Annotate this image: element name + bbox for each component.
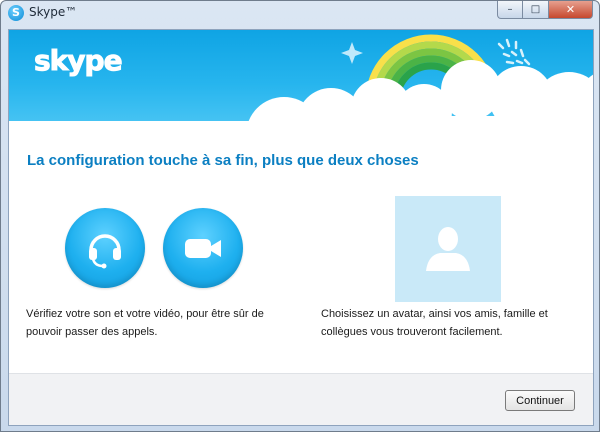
- maximize-button[interactable]: □: [523, 1, 549, 19]
- header-banner: skype: [9, 30, 593, 121]
- continue-button[interactable]: Continuer: [505, 390, 575, 411]
- footer-bar: Continuer: [9, 373, 593, 425]
- dialog-content: skype La configuration touche à sa fin, …: [8, 29, 594, 426]
- minimize-button[interactable]: –: [497, 1, 523, 19]
- avatar-description: Choisissez un avatar, ainsi vos amis, fa…: [321, 308, 548, 338]
- skype-window: S Skype™ – □ ✕ skype La configuration to…: [0, 0, 600, 432]
- video-test-button[interactable]: [163, 208, 243, 288]
- video-camera-icon: [185, 239, 221, 258]
- avatar-placeholder-icon: [426, 227, 470, 271]
- window-controls: – □ ✕: [497, 1, 593, 19]
- skype-icon: S: [8, 5, 24, 21]
- avatar-placeholder[interactable]: [395, 196, 501, 302]
- close-button[interactable]: ✕: [549, 1, 593, 19]
- window-title: Skype™: [29, 5, 78, 19]
- title-bar[interactable]: S Skype™ – □ ✕: [1, 1, 599, 25]
- audio-video-description: Vérifiez votre son et votre vidéo, pour …: [26, 308, 264, 338]
- headset-icon: [89, 234, 121, 269]
- audio-test-button[interactable]: [65, 208, 145, 288]
- page-title: La configuration touche à sa fin, plus q…: [27, 152, 419, 169]
- skype-logo: skype: [34, 44, 124, 78]
- sparkle-icon: [341, 42, 363, 64]
